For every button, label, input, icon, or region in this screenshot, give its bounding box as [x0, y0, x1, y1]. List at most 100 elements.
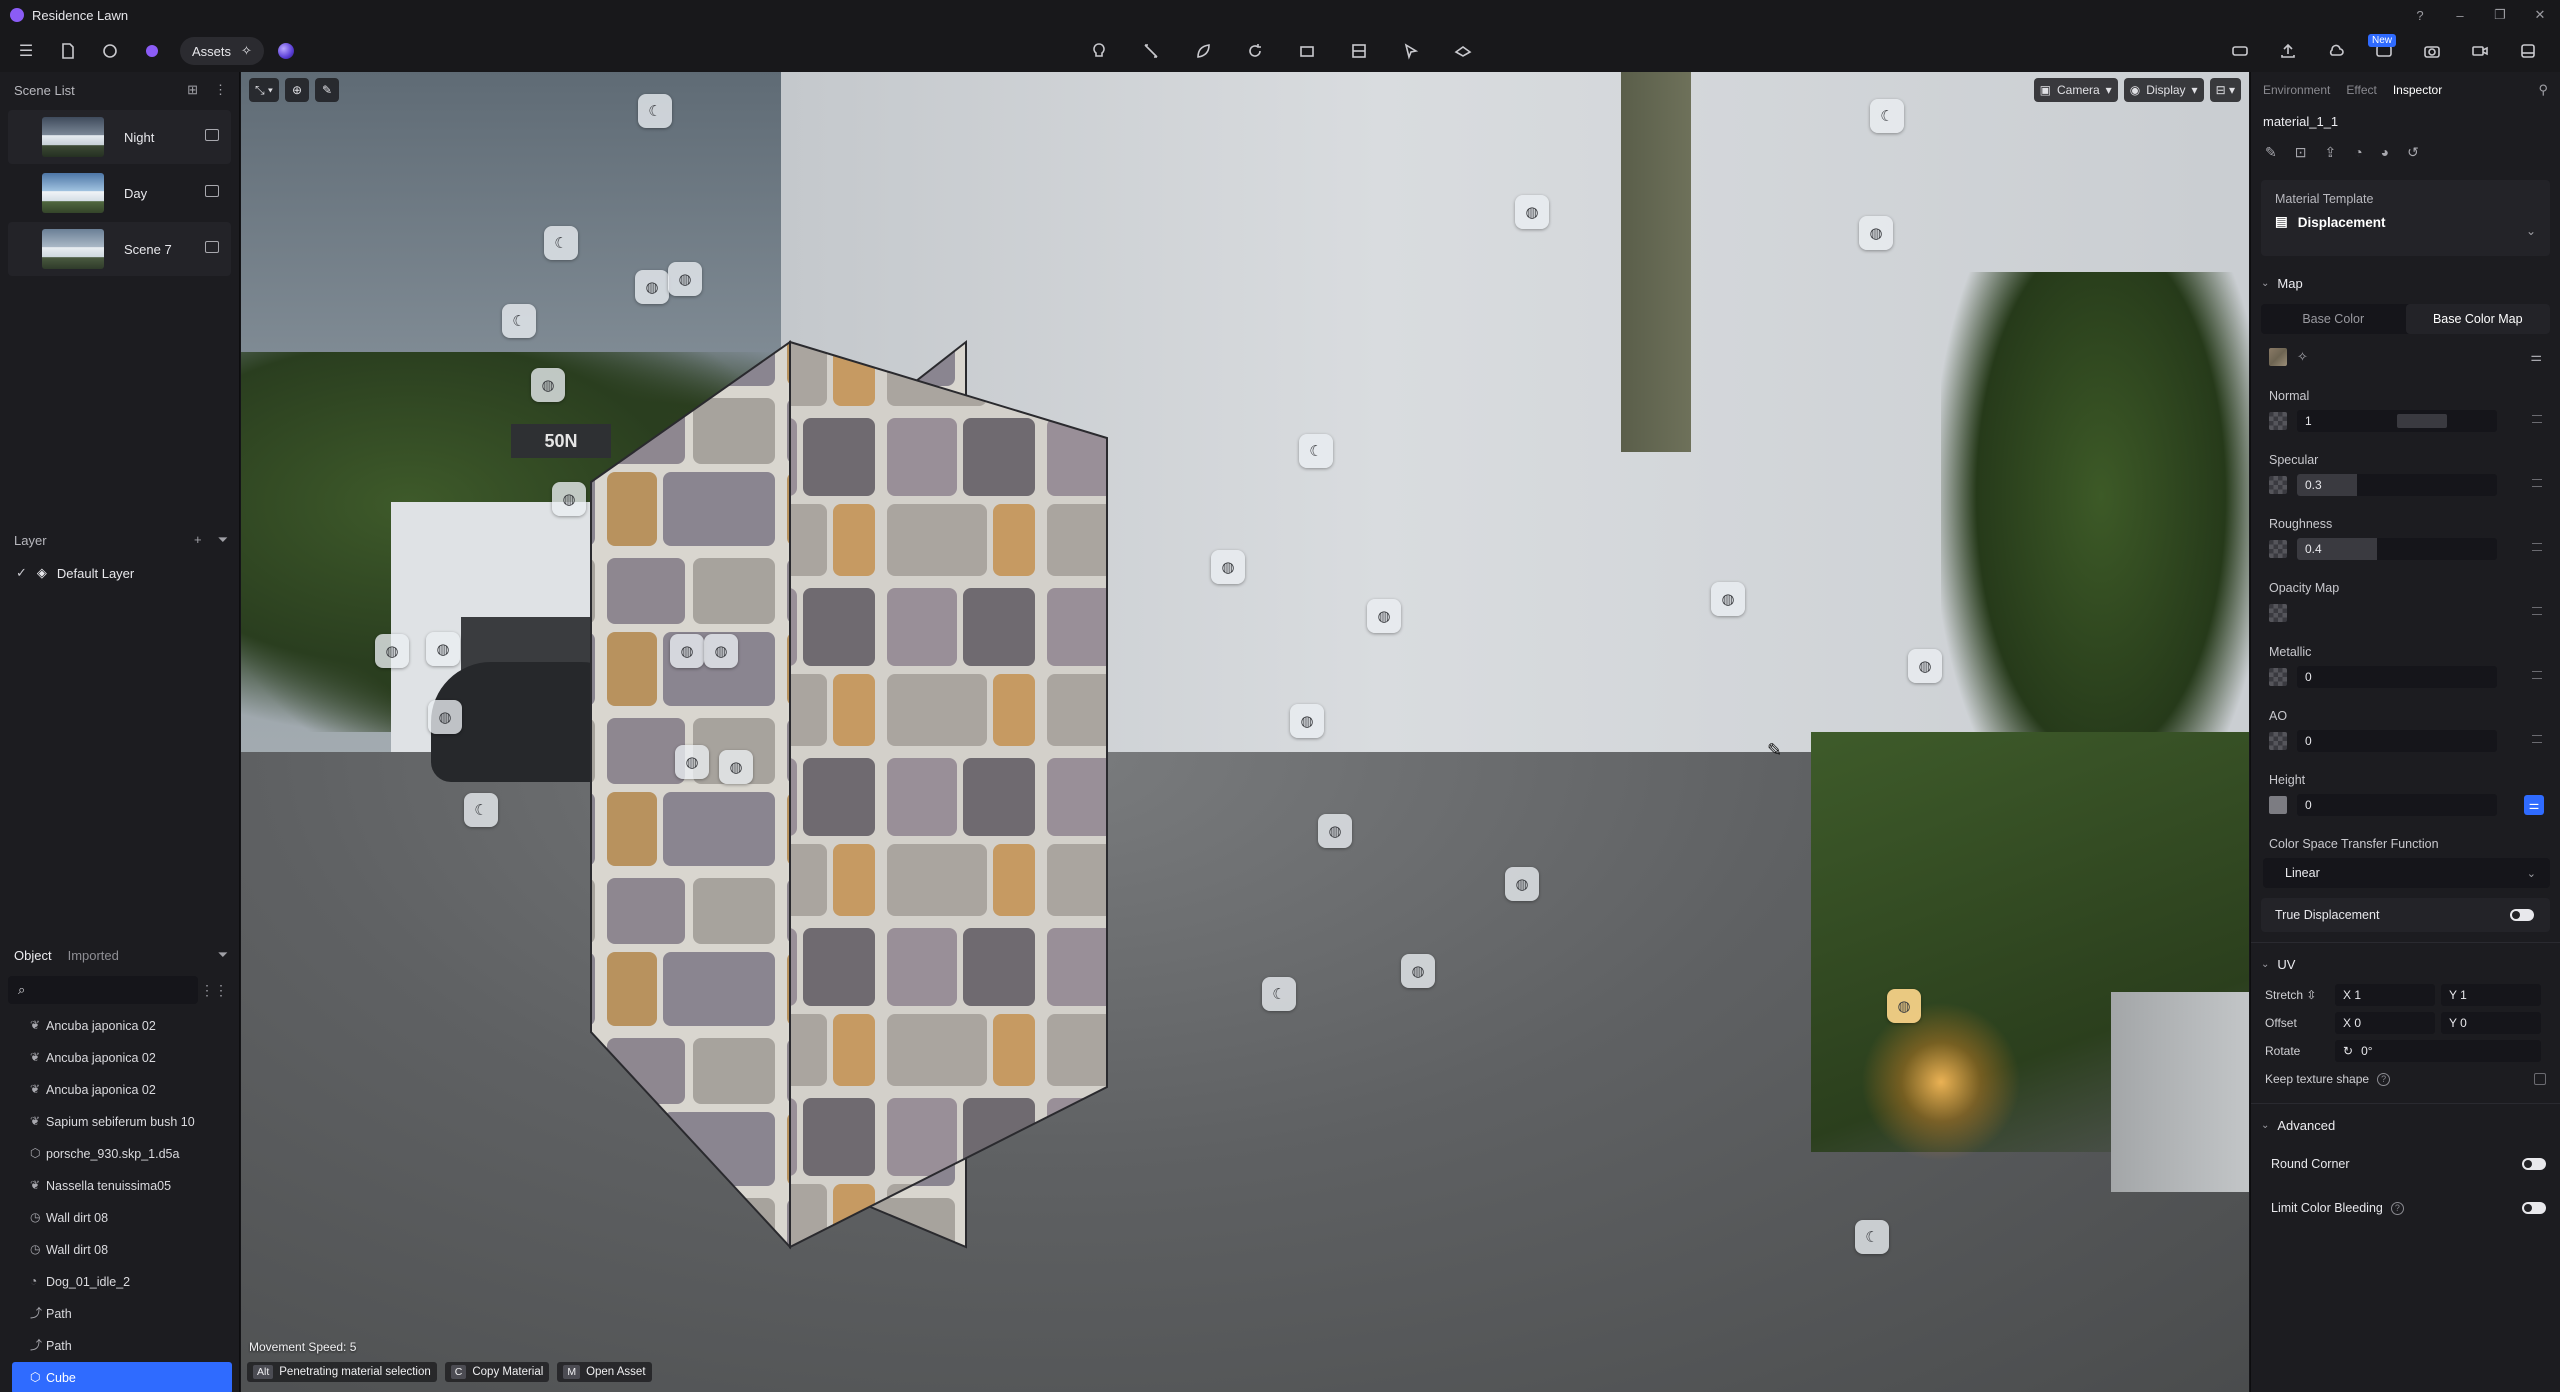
- opacity-map-slot[interactable]: [2269, 604, 2287, 622]
- stretch-x-input[interactable]: X 1: [2335, 984, 2435, 1006]
- help-icon[interactable]: ?: [2390, 1201, 2404, 1215]
- light-pin-icon[interactable]: ◍: [375, 634, 409, 668]
- transform-mode-button[interactable]: ⤡ ▾: [249, 78, 279, 102]
- tab-object[interactable]: Object: [14, 948, 52, 963]
- list-item[interactable]: ⬡ Cube: [12, 1362, 232, 1392]
- height-settings-button[interactable]: ⚌: [2524, 795, 2544, 815]
- light-pin-icon[interactable]: ◍: [1367, 599, 1401, 633]
- plant-tool-icon[interactable]: [1189, 37, 1217, 65]
- rotate-input[interactable]: ↻ 0°: [2335, 1040, 2541, 1062]
- filter-icon[interactable]: ⏷: [218, 532, 228, 548]
- library-icon[interactable]: ◔: [2354, 144, 2362, 160]
- video-icon[interactable]: New: [2368, 34, 2398, 65]
- scene-camera-icon[interactable]: [205, 241, 219, 253]
- list-item[interactable]: ⤴ Path: [0, 1330, 240, 1362]
- scene-camera-icon[interactable]: [205, 185, 219, 197]
- chat-icon[interactable]: [96, 37, 124, 65]
- save-material-icon[interactable]: ⊡: [2295, 144, 2307, 161]
- light-pin-icon[interactable]: ◍: [1211, 550, 1245, 584]
- help-icon[interactable]: ?: [2400, 8, 2440, 23]
- tab-inspector[interactable]: Inspector: [2393, 83, 2442, 97]
- tab-imported[interactable]: Imported: [68, 948, 119, 963]
- offset-x-input[interactable]: X 0: [2335, 1012, 2435, 1034]
- uv-section-header[interactable]: ⌄ UV: [2251, 947, 2560, 981]
- menu-icon[interactable]: ☰: [12, 37, 40, 65]
- list-item[interactable]: ◷ Wall dirt 08: [0, 1202, 240, 1234]
- scene-camera-icon[interactable]: [205, 129, 219, 141]
- advanced-section-header[interactable]: ⌄ Advanced: [2251, 1108, 2560, 1142]
- reset-icon[interactable]: ↺: [2407, 144, 2419, 161]
- map-section-header[interactable]: ⌄ Map: [2251, 266, 2560, 300]
- light-pin-icon[interactable]: ◍: [1401, 954, 1435, 988]
- list-item[interactable]: ❦ Ancuba japonica 02: [0, 1074, 240, 1106]
- specular-map-slot[interactable]: [2269, 476, 2287, 494]
- light-pin-icon[interactable]: ◍: [531, 368, 565, 402]
- base-color-map-option[interactable]: Base Color Map: [2405, 304, 2550, 334]
- light-pin-icon[interactable]: ◍: [1515, 195, 1549, 229]
- grid-view-icon[interactable]: ⋮⋮: [200, 982, 228, 999]
- height-map-slot[interactable]: [2269, 796, 2287, 814]
- view-options-menu[interactable]: ⊟ ▾: [2209, 78, 2241, 102]
- place-tool-icon[interactable]: [1293, 37, 1321, 65]
- equalizer-icon[interactable]: [2532, 415, 2542, 423]
- light-pin-icon[interactable]: ☾: [1262, 977, 1296, 1011]
- light-pin-icon[interactable]: ◍: [1908, 649, 1942, 683]
- material-template[interactable]: Material Template ▤ Displacement ⌄: [2261, 180, 2550, 256]
- light-pin-icon[interactable]: ☾: [638, 94, 672, 128]
- normal-slider[interactable]: [2397, 414, 2447, 428]
- list-item[interactable]: ❦ Sapium sebiferum bush 10: [0, 1106, 240, 1138]
- scene-item-day[interactable]: Day: [8, 166, 231, 220]
- camera-icon[interactable]: [2418, 37, 2446, 65]
- scene-item-scene-7[interactable]: Scene 7: [8, 222, 231, 276]
- light-pin-icon[interactable]: ☾: [1870, 99, 1904, 133]
- 3d-viewport[interactable]: 50N ⤡ ▾ ⊕ ✎ ▣ Camera ▾ ◉ Display ▾ ⊟ ▾ ☾ ☾ ◍…: [241, 72, 2249, 1392]
- equalizer-icon[interactable]: [2532, 607, 2542, 615]
- height-input[interactable]: 0: [2297, 794, 2497, 816]
- light-pin-icon[interactable]: ◍: [670, 634, 704, 668]
- ai-orb-icon[interactable]: [277, 43, 294, 59]
- round-corner-toggle[interactable]: [2522, 1158, 2546, 1170]
- minimize-button[interactable]: –: [2440, 8, 2480, 23]
- roughness-input[interactable]: 0.4: [2297, 538, 2497, 560]
- list-item[interactable]: ❦ Ancuba japonica 02: [0, 1042, 240, 1074]
- keep-texture-checkbox[interactable]: [2534, 1073, 2546, 1085]
- equalizer-icon[interactable]: [2532, 543, 2542, 551]
- light-pin-icon[interactable]: ◍: [635, 270, 669, 304]
- light-pin-icon[interactable]: ☾: [464, 793, 498, 827]
- cube-front-face[interactable]: [590, 340, 791, 1250]
- list-item[interactable]: ◷ Wall dirt 08: [0, 1234, 240, 1266]
- add-layer-icon[interactable]: +: [194, 532, 202, 548]
- cube-right-face[interactable]: [789, 340, 1108, 1249]
- light-pin-icon[interactable]: ◍: [668, 262, 702, 296]
- more-icon[interactable]: ⋮: [214, 82, 227, 98]
- world-space-button[interactable]: ⊕: [284, 78, 309, 102]
- settings-icon[interactable]: ⚌: [2530, 349, 2542, 365]
- light-pin-icon[interactable]: ◍: [1859, 216, 1893, 250]
- base-color-option[interactable]: Base Color: [2261, 304, 2406, 334]
- pin-icon[interactable]: ⚲: [2538, 82, 2548, 98]
- specular-input[interactable]: 0.3: [2297, 474, 2497, 496]
- limit-color-bleeding-toggle[interactable]: [2522, 1202, 2546, 1214]
- add-scene-icon[interactable]: ⊞: [187, 82, 198, 98]
- light-pin-icon[interactable]: ◍: [1505, 867, 1539, 901]
- ai-texture-icon[interactable]: ✧: [2297, 349, 2308, 365]
- normal-input[interactable]: 1: [2297, 410, 2497, 432]
- light-pin-icon[interactable]: ◍: [675, 745, 709, 779]
- assets-button[interactable]: Assets ✧: [180, 37, 264, 65]
- light-pin-icon[interactable]: ☾: [502, 304, 536, 338]
- ao-input[interactable]: 0: [2297, 730, 2497, 752]
- layer-item-default[interactable]: ✓ ◈ Default Layer: [0, 558, 240, 588]
- list-item[interactable]: ⬡ porsche_930.skp_1.d5a: [0, 1138, 240, 1170]
- metallic-map-slot[interactable]: [2269, 668, 2287, 686]
- light-pin-icon[interactable]: ◍: [1318, 814, 1352, 848]
- render-icon[interactable]: [2514, 37, 2542, 65]
- terrain-tool-icon[interactable]: [1449, 37, 1477, 65]
- vr-icon[interactable]: [2226, 37, 2254, 65]
- light-pin-icon[interactable]: ☾: [1299, 434, 1333, 468]
- light-pin-icon[interactable]: ◍: [1711, 582, 1745, 616]
- stretch-y-input[interactable]: Y 1: [2441, 984, 2541, 1006]
- rotate-tool-icon[interactable]: [1241, 37, 1269, 65]
- maximize-button[interactable]: ❐: [2480, 7, 2520, 23]
- upload-icon[interactable]: ⇪: [2324, 144, 2336, 161]
- light-pin-icon[interactable]: ◍: [719, 750, 753, 784]
